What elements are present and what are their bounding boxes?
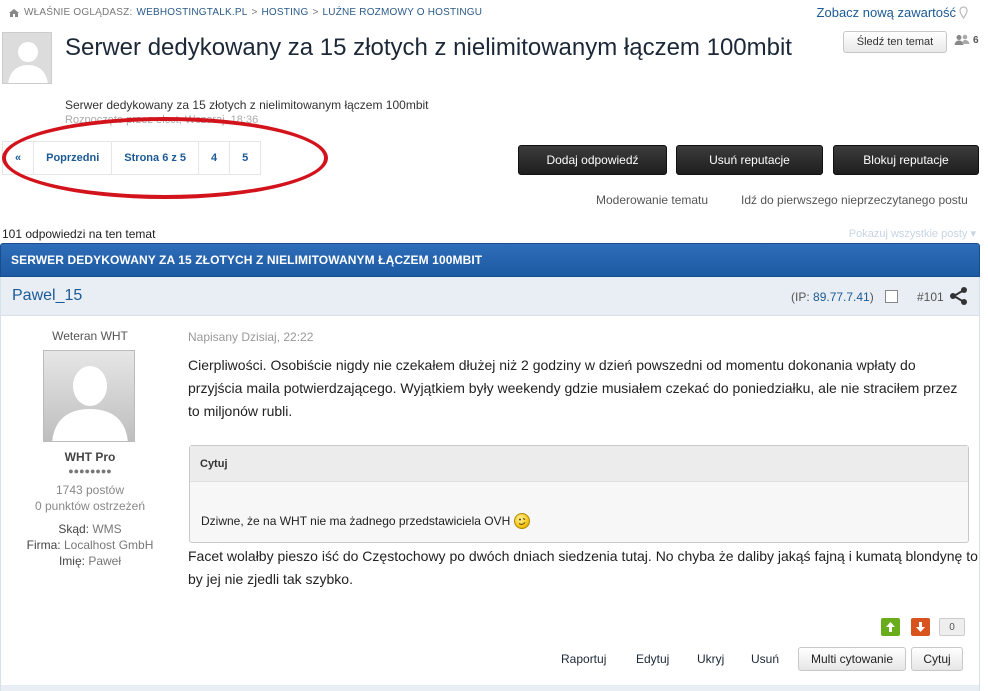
- smiley-icon: [514, 513, 531, 529]
- follow-topic-button[interactable]: Śledź ten temat: [843, 31, 947, 53]
- pagination-first[interactable]: «: [3, 142, 35, 174]
- pagination-page-5[interactable]: 5: [230, 142, 260, 174]
- quote-body: Dziwne, że na WHT nie ma żadnego przedst…: [201, 513, 531, 529]
- breadcrumb-separator: >: [251, 7, 258, 18]
- location-label: Skąd:: [58, 522, 89, 536]
- reply-count: 101 odpowiedzi na ten temat: [2, 227, 156, 241]
- post-footer: [1, 685, 979, 691]
- multiquote-button[interactable]: Multi cytowanie: [798, 647, 906, 671]
- quote-button[interactable]: Cytuj: [911, 647, 963, 671]
- company-label: Firma:: [26, 538, 61, 552]
- page-title: Serwer dedykowany za 15 złotych z nielim…: [65, 34, 792, 61]
- followers-count[interactable]: 6: [954, 34, 979, 46]
- author-company: Firma: Localhost GmbH: [1, 538, 179, 552]
- arrow-up-icon: [886, 622, 895, 632]
- author-rank-pips: ●●●●●●●●: [68, 466, 112, 476]
- block-reputation-button[interactable]: Blokuj reputacje: [833, 145, 979, 175]
- post-number[interactable]: #101: [917, 290, 944, 304]
- edit-link[interactable]: Edytuj: [636, 652, 669, 666]
- post-body-continued: Facet wolałby pieszo iść do Częstochowy …: [188, 548, 978, 587]
- ip-close: ): [869, 290, 874, 304]
- topic-title-bar: SERWER DEDYKOWANY ZA 15 ZŁOTYCH Z NIELIM…: [0, 243, 980, 277]
- add-reply-button[interactable]: Dodaj odpowiedź: [518, 145, 667, 175]
- show-all-posts-link[interactable]: Pokazuj wszystkie posty ▾: [849, 227, 976, 240]
- breadcrumb-item-forum[interactable]: LUŹNE ROZMOWY O HOSTINGU: [323, 7, 483, 18]
- first-unread-link[interactable]: Idź do pierwszego nieprzeczytanego postu: [741, 193, 968, 207]
- author-avatar[interactable]: [43, 350, 135, 442]
- post-select-checkbox[interactable]: [885, 290, 898, 303]
- post-body: Cierpliwości. Osobiście nigdy nie czekał…: [188, 357, 958, 419]
- remove-reputation-button[interactable]: Usuń reputacje: [676, 145, 823, 175]
- post-author-link[interactable]: Pawel_15: [12, 287, 82, 305]
- share-icon[interactable]: [949, 286, 969, 306]
- topic-starter-avatar[interactable]: [2, 32, 52, 84]
- topic-started-by: Rozpoczęte przez elcct, Wczoraj, 18:36: [65, 114, 259, 126]
- quote-text: Dziwne, że na WHT nie ma żadnego przedst…: [201, 514, 511, 528]
- location-value: WMS: [92, 522, 122, 536]
- hide-link[interactable]: Ukryj: [697, 652, 724, 666]
- users-icon: [954, 34, 970, 45]
- home-icon[interactable]: [8, 8, 20, 18]
- moderate-topic-link[interactable]: Moderowanie tematu: [596, 193, 708, 207]
- pagination-page-4[interactable]: 4: [199, 142, 231, 174]
- breadcrumb-item-hosting[interactable]: HOSTING: [262, 7, 309, 18]
- pagination-current[interactable]: Strona 6 z 5: [112, 142, 200, 174]
- pagination: « Poprzedni Strona 6 z 5 4 5: [2, 141, 262, 175]
- pagination-prev[interactable]: Poprzedni: [34, 142, 113, 174]
- author-group: Weteran WHT: [52, 329, 128, 343]
- breadcrumb-label: WŁAŚNIE OGLĄDASZ:: [24, 7, 133, 18]
- breadcrumb-item-site[interactable]: WEBHOSTINGTALK.PL: [136, 7, 247, 18]
- author-location: Skąd: WMS: [1, 522, 179, 536]
- author-post-count: 1743 postów: [55, 483, 125, 497]
- chevron-down-icon: ▾: [970, 228, 976, 240]
- name-value: Paweł: [88, 554, 122, 568]
- report-link[interactable]: Raportuj: [561, 652, 606, 666]
- ip-link[interactable]: 89.77.7.41: [813, 290, 870, 304]
- delete-link[interactable]: Usuń: [751, 652, 779, 666]
- show-all-label: Pokazuj wszystkie posty: [848, 228, 968, 240]
- pin-icon: [959, 6, 968, 19]
- arrow-down-icon: [916, 622, 925, 632]
- followers-number: 6: [973, 34, 979, 46]
- post: Pawel_15 (IP: 89.77.7.41) #101 Weteran W…: [0, 277, 980, 691]
- reputation-up-button[interactable]: [881, 618, 900, 636]
- quote-block: Cytuj Dziwne, że na WHT nie ma żadnego p…: [189, 445, 969, 543]
- new-content-link[interactable]: Zobacz nową zawartość: [817, 5, 968, 20]
- name-label: Imię:: [58, 554, 85, 568]
- reputation-down-button[interactable]: [911, 618, 930, 636]
- author-rank: WHT Pro: [64, 450, 116, 464]
- ip-label: (IP:: [791, 290, 814, 304]
- breadcrumb: WŁAŚNIE OGLĄDASZ: WEBHOSTINGTALK.PL > HO…: [8, 7, 482, 18]
- quote-header: Cytuj: [190, 446, 968, 482]
- post-header: Pawel_15 (IP: 89.77.7.41) #101: [1, 277, 979, 316]
- company-value: Localhost GmbH: [63, 538, 154, 552]
- author-warnings: 0 punktów ostrzeżeń: [34, 499, 146, 513]
- author-name: Imię: Paweł: [1, 554, 179, 568]
- post-date: Napisany Dzisiaj, 22:22: [188, 330, 314, 344]
- new-content-label: Zobacz nową zawartość: [816, 5, 956, 20]
- breadcrumb-separator: >: [312, 7, 319, 18]
- topic-description: Serwer dedykowany za 15 złotych z nielim…: [65, 98, 429, 112]
- reputation-count: 0: [939, 618, 965, 636]
- post-ip: (IP: 89.77.7.41): [791, 290, 874, 304]
